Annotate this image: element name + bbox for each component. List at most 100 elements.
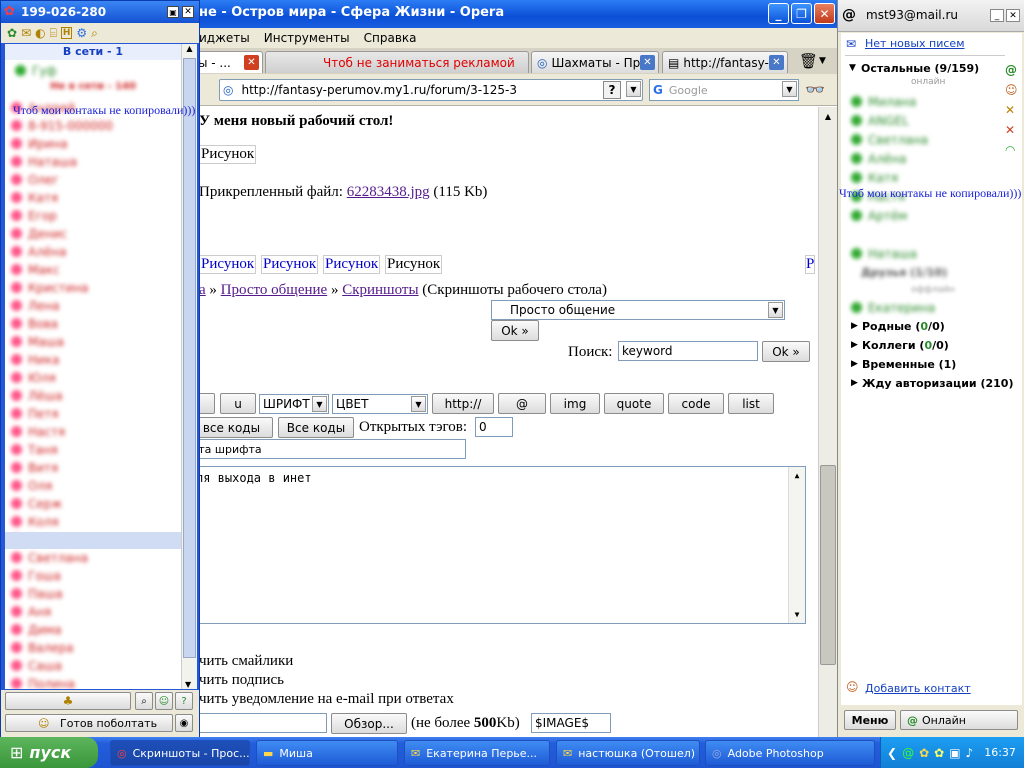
agent-menu-button[interactable]: Меню bbox=[844, 710, 896, 730]
search-ok-button[interactable]: Ok » bbox=[762, 341, 810, 362]
people-icon[interactable]: ☺ bbox=[1005, 83, 1021, 97]
tray-expand-icon[interactable]: ❮ bbox=[887, 746, 897, 760]
contact-row[interactable]: Вова bbox=[11, 315, 58, 332]
contact-row[interactable]: Артём bbox=[851, 207, 907, 224]
file-path-input[interactable] bbox=[185, 713, 327, 733]
color-select[interactable]: ЦВЕТ ▼ bbox=[332, 394, 428, 414]
contact-row[interactable]: Серж bbox=[11, 495, 62, 512]
settings-icon[interactable]: ⚙ bbox=[76, 26, 87, 40]
option-email-notify[interactable]: чить уведомление на e-mail при ответах bbox=[199, 691, 454, 708]
group-family[interactable]: Родные (0/0) bbox=[862, 320, 945, 333]
group-collapsed-icon[interactable]: ▶ bbox=[851, 340, 858, 350]
scroll-down-icon[interactable]: ▼ bbox=[789, 606, 805, 623]
contact-row[interactable]: Аня bbox=[11, 603, 51, 620]
group-collapsed-icon[interactable]: ▶ bbox=[851, 321, 858, 331]
contact-row[interactable]: Денис bbox=[11, 225, 67, 242]
taskbar-item-chat2[interactable]: ✉ настюшка (Отошел) bbox=[556, 740, 700, 766]
search-dropdown-icon[interactable]: ▼ bbox=[782, 81, 797, 97]
contact-row[interactable]: Алёна bbox=[11, 243, 66, 260]
icq-status-icon[interactable]: ✿ bbox=[7, 26, 17, 40]
quote-button[interactable]: quote bbox=[604, 393, 664, 414]
icq-eye-button[interactable]: ◉ bbox=[175, 714, 193, 732]
contact-row[interactable]: Дима bbox=[11, 621, 62, 638]
group-colleagues[interactable]: Коллеги (0/0) bbox=[862, 339, 949, 352]
minimize-button[interactable]: _ bbox=[768, 3, 789, 24]
contact-row[interactable]: Гоша bbox=[11, 567, 61, 584]
contact-row[interactable]: Егор bbox=[11, 207, 57, 224]
forum-ok-button[interactable]: Ok » bbox=[491, 320, 539, 341]
contact-row[interactable]: Настя bbox=[11, 423, 65, 440]
option-smilies[interactable]: чить смайлики bbox=[199, 653, 293, 670]
contact-row[interactable]: Наташа bbox=[11, 153, 77, 170]
breadcrumb-topic[interactable]: Скриншоты bbox=[342, 282, 418, 298]
chevron-down-icon[interactable]: ▼ bbox=[819, 56, 826, 66]
tray-volume-icon[interactable]: ♪ bbox=[966, 746, 974, 760]
icq-titlebar[interactable]: ✿ 199-026-280 ▣ ✕ bbox=[1, 1, 199, 23]
font-select[interactable]: ШРИФТ ▼ bbox=[259, 394, 329, 414]
taskbar-item-opera[interactable]: ◎ Скриншоты - Прос... bbox=[110, 740, 250, 766]
picture-link[interactable]: Рисунок bbox=[323, 255, 381, 274]
contact-row[interactable]: Светлана bbox=[851, 131, 928, 148]
textarea-scrollbar[interactable]: ▲ ▼ bbox=[788, 467, 805, 623]
agent-titlebar[interactable]: @ mst93@mail.ru _ ✕ bbox=[838, 0, 1024, 32]
contact-row[interactable]: Макс bbox=[11, 261, 60, 278]
tab-chess[interactable]: ◎ Шахматы - Пр... ✕ bbox=[531, 51, 659, 73]
menu-item-help[interactable]: Справка bbox=[364, 31, 417, 45]
group-temporary[interactable]: Временные (1) bbox=[862, 358, 956, 371]
contact-row[interactable]: 8-915-000000 bbox=[11, 117, 113, 134]
tools-icon[interactable]: ✕ bbox=[1005, 103, 1021, 117]
agent-status-button[interactable]: @ Онлайн bbox=[900, 710, 1018, 730]
group-others[interactable]: Остальные (9/159) bbox=[861, 62, 979, 75]
history-icon[interactable]: ⌸ bbox=[50, 26, 57, 41]
online-group-header[interactable]: В сети - 1 bbox=[5, 44, 181, 60]
contact-row[interactable]: Светлана bbox=[11, 549, 88, 566]
contact-row[interactable]: Витя bbox=[11, 459, 58, 476]
group-collapsed-icon[interactable]: ▶ bbox=[851, 378, 858, 388]
contact-row[interactable]: Оля bbox=[11, 477, 52, 494]
address-dropdown-icon[interactable]: ▼ bbox=[626, 81, 641, 97]
contact-row[interactable]: Лёша bbox=[11, 387, 63, 404]
contact-row[interactable]: Наташа bbox=[851, 245, 917, 262]
tray-flower-icon[interactable]: ✿ bbox=[934, 746, 944, 760]
close-button[interactable]: ✕ bbox=[814, 3, 835, 24]
tray-agent-icon[interactable]: @ bbox=[902, 746, 914, 760]
scroll-down-icon[interactable]: ▼ bbox=[185, 680, 191, 689]
browser-titlebar[interactable]: не - Остров мира - Сфера Жизни - Opera _… bbox=[185, 0, 837, 28]
tray-icq-icon[interactable]: ✿ bbox=[919, 746, 929, 760]
contact-row[interactable]: Катя bbox=[851, 169, 898, 186]
contact-row[interactable]: Маша bbox=[11, 333, 64, 350]
rainbow-icon[interactable]: ◠ bbox=[1005, 143, 1021, 157]
taskbar-item-photoshop[interactable]: ◎ Adobe Photoshop bbox=[705, 740, 875, 766]
picture-link[interactable]: Рисунок bbox=[199, 255, 257, 274]
contact-row[interactable]: Валера bbox=[11, 639, 74, 656]
close-icon[interactable]: ✕ bbox=[182, 6, 194, 18]
taskbar-item-chat1[interactable]: ✉ Екатерина Перье... bbox=[404, 740, 550, 766]
contact-row[interactable]: Юля bbox=[11, 369, 56, 386]
scroll-thumb[interactable] bbox=[183, 58, 196, 658]
option-signature[interactable]: чить подпись bbox=[199, 672, 284, 689]
contact-row[interactable]: Саша bbox=[11, 657, 62, 674]
close-tab-icon[interactable]: ✕ bbox=[244, 55, 259, 70]
contact-row[interactable]: Екатерина bbox=[851, 299, 935, 316]
forum-search-input[interactable]: keyword bbox=[618, 341, 758, 361]
browse-button[interactable]: Обзор... bbox=[331, 713, 407, 734]
group-collapsed-icon[interactable]: ▶ bbox=[851, 359, 858, 369]
at-green-icon[interactable]: @ bbox=[1005, 63, 1021, 77]
contact-row[interactable]: Олег bbox=[11, 171, 59, 188]
icq-add-button[interactable]: ♣ bbox=[5, 692, 131, 710]
all-codes-button[interactable]: Все коды bbox=[278, 417, 354, 438]
contact-row[interactable]: Милана bbox=[851, 93, 916, 110]
picture-link-fragment[interactable]: Р bbox=[805, 255, 816, 274]
offline-group-header[interactable]: Не в сети - 140 bbox=[5, 81, 181, 92]
search-field[interactable]: G Google ▼ bbox=[649, 79, 799, 101]
chat-icon[interactable]: ✉ bbox=[21, 26, 31, 40]
code-button[interactable]: code bbox=[668, 393, 724, 414]
forum-select[interactable]: Просто общение ▼ bbox=[491, 300, 785, 320]
breadcrumb-link[interactable]: а bbox=[199, 282, 206, 298]
help-icon[interactable]: H bbox=[60, 27, 73, 39]
img-button[interactable]: img bbox=[550, 393, 600, 414]
menu-item-widgets[interactable]: иджеты bbox=[199, 31, 250, 45]
scroll-up-icon[interactable]: ▲ bbox=[182, 44, 197, 58]
group-expanded-icon[interactable]: ▼ bbox=[849, 63, 856, 73]
search-icon[interactable]: ⌕ bbox=[91, 26, 98, 41]
